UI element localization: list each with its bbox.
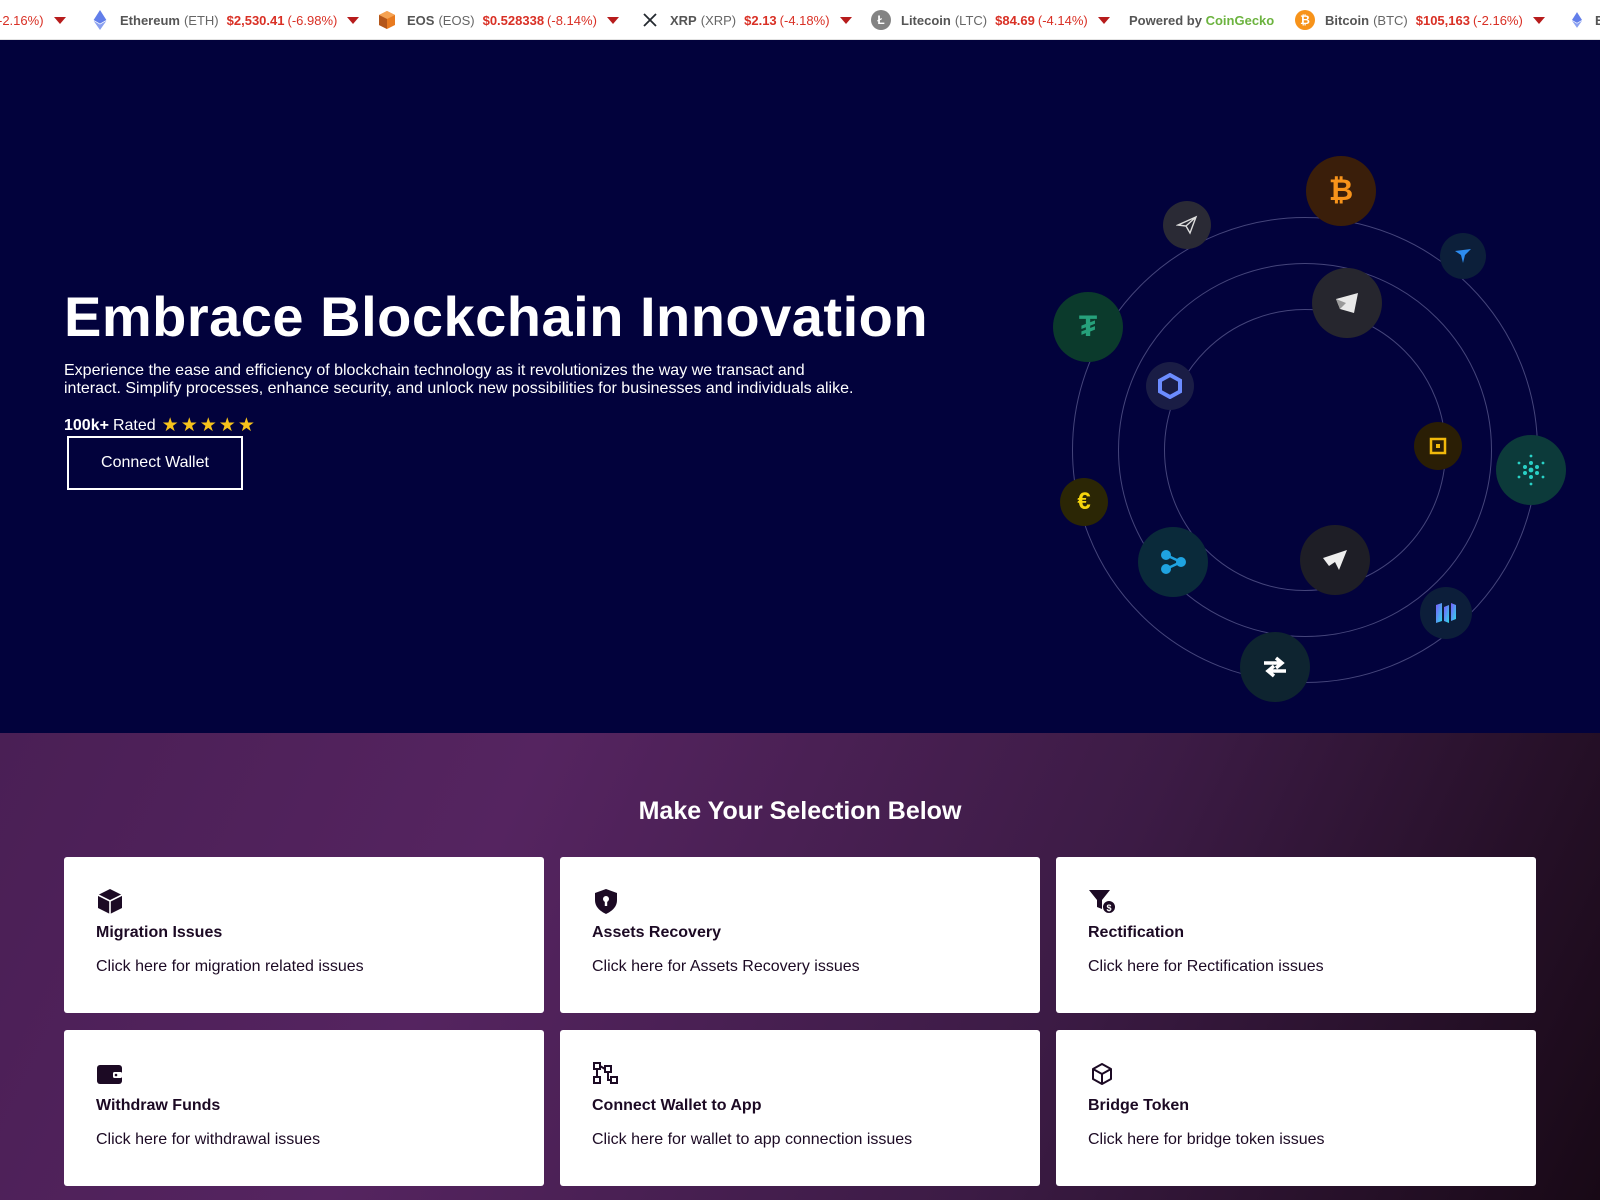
litecoin-icon: Ł: [871, 10, 891, 30]
selection-title: Make Your Selection Below: [638, 797, 962, 825]
card-text: Click here for Rectification issues: [1088, 958, 1324, 975]
card-title: Rectification: [1088, 924, 1185, 941]
crypto-orbit-graphic: ₿ ₮ €: [1030, 105, 1590, 725]
funnel-dollar-icon: $: [1088, 887, 1116, 915]
cardano-icon: [1496, 435, 1566, 505]
ethereum-icon: [90, 10, 110, 30]
card-text: Click here for Assets Recovery issues: [592, 958, 860, 975]
down-caret-icon: [839, 16, 852, 24]
star-icon: ★: [237, 415, 255, 436]
coin-symbol: (XRP): [700, 12, 737, 28]
star-icon: ★: [180, 415, 198, 436]
coin-name: EOS: [407, 12, 435, 28]
star-icon: ★: [218, 415, 236, 436]
hero-section: Embrace Blockchain Innovation Experience…: [0, 40, 1600, 733]
card-assets-recovery[interactable]: Assets Recovery Click here for Assets Re…: [560, 857, 1040, 1013]
ticker-item-partial[interactable]: -2.16%): [0, 0, 66, 39]
chainlink-hex-icon: [1146, 362, 1194, 410]
coin-name: Bitcoin: [1325, 12, 1370, 28]
coin-change: (-2.16%): [1472, 12, 1523, 28]
star-icon: ★: [199, 415, 217, 436]
ticker-item-litecoin[interactable]: Ł Litecoin (LTC) $84.69 (-4.14%): [871, 0, 1110, 39]
card-bridge-token[interactable]: Bridge Token Click here for bridge token…: [1056, 1030, 1536, 1186]
coin-name: XRP: [670, 12, 697, 28]
box-outline-icon: [1088, 1060, 1116, 1088]
card-title: Withdraw Funds: [96, 1097, 221, 1114]
coin-price: $2,530.41: [226, 12, 285, 28]
card-text: Click here for bridge token issues: [1088, 1131, 1325, 1148]
ticker-item-eos[interactable]: EOS (EOS) $0.528338 (-8.14%): [377, 0, 619, 39]
coin-symbol: (LTC): [954, 12, 988, 28]
flag-coin-icon: [1440, 233, 1486, 279]
coin-change: (-4.14%): [1037, 12, 1088, 28]
binance-icon: [1414, 422, 1462, 470]
gradient-w-coin-icon: [1420, 587, 1472, 639]
coin-change: (-8.14%): [547, 12, 597, 28]
down-caret-icon: [1097, 16, 1110, 24]
cube-icon: [96, 887, 124, 915]
card-title: Migration Issues: [96, 924, 223, 941]
svg-text:$: $: [1106, 903, 1111, 913]
card-text: Click here for wallet to app connection …: [592, 1131, 913, 1148]
tether-coin-icon: ₮: [1053, 292, 1123, 362]
card-text: Click here for migration related issues: [96, 958, 364, 975]
card-migration-issues[interactable]: Migration Issues Click here for migratio…: [64, 857, 544, 1013]
coin-symbol: (BTC): [1373, 12, 1408, 28]
coin-symbol: (ETH): [183, 12, 219, 28]
network-nodes-icon: [592, 1060, 620, 1088]
coingecko-brand: CoinGecko: [1205, 12, 1275, 28]
powered-by-coingecko[interactable]: Powered by CoinGecko: [1129, 0, 1275, 39]
coin-price: $2.13: [744, 12, 777, 28]
ticker-item-bitcoin[interactable]: ₿ Bitcoin (BTC) $105,163 (-2.16%): [1295, 0, 1545, 39]
coin-change: (-4.18%): [779, 12, 830, 28]
bitcoin-icon: ₿: [1306, 156, 1376, 226]
selection-section: Make Your Selection Below Migration Issu…: [0, 733, 1600, 1200]
coin-name: Ethereum: [120, 12, 180, 28]
euro-coin-icon: €: [1060, 478, 1108, 526]
shield-keyhole-icon: [592, 887, 620, 915]
rating-stars: ★ ★ ★ ★ ★: [162, 414, 255, 437]
ticker-item-xrp[interactable]: XRP (XRP) $2.13 (-4.18%): [640, 0, 852, 39]
coin-name: Litecoin: [901, 12, 951, 28]
card-withdraw-funds[interactable]: Withdraw Funds Click here for withdrawal…: [64, 1030, 544, 1186]
feather-coin-icon: [1163, 201, 1211, 249]
swap-arrows-icon: [1240, 632, 1310, 702]
coin-change: (-6.98%): [287, 12, 338, 28]
card-rectification[interactable]: $ Rectification Click here for Rectifica…: [1056, 857, 1536, 1013]
hero-title: Embrace Blockchain Innovation: [64, 285, 929, 348]
ticker-item-partial-end[interactable]: E: [1567, 0, 1600, 39]
down-caret-icon: [1532, 16, 1545, 24]
card-text: Click here for withdrawal issues: [96, 1131, 321, 1148]
star-icon: ★: [161, 415, 179, 436]
wallet-icon: [96, 1060, 124, 1088]
ticker-change: -2.16%): [0, 12, 44, 28]
ethereum-icon: [1567, 10, 1587, 30]
hero-description: Experience the ease and efficiency of bl…: [64, 362, 854, 397]
rating: 100k+ Rated ★ ★ ★ ★ ★: [64, 414, 255, 437]
bitcoin-icon: ₿: [1295, 10, 1315, 30]
card-title: Assets Recovery: [592, 924, 721, 941]
coin-price: $84.69: [995, 12, 1035, 28]
coin-price: $105,163: [1415, 12, 1470, 28]
coin-price: $0.528338: [482, 12, 545, 28]
arrow-coin-icon: [1300, 525, 1370, 595]
rating-label: Rated: [112, 416, 156, 434]
connect-wallet-button[interactable]: Connect Wallet: [67, 436, 243, 490]
down-caret-icon: [606, 16, 619, 24]
down-caret-icon: [347, 16, 360, 24]
eos-icon: [377, 10, 397, 30]
powered-prefix: Powered by: [1129, 12, 1202, 28]
card-connect-wallet-to-app[interactable]: Connect Wallet to App Click here for wal…: [560, 1030, 1040, 1186]
rating-count: 100k+: [64, 416, 109, 434]
xrp-icon: [640, 10, 660, 30]
card-title: Connect Wallet to App: [592, 1097, 762, 1114]
kite-coin-icon: [1312, 268, 1382, 338]
card-title: Bridge Token: [1088, 1097, 1190, 1114]
down-caret-icon: [53, 16, 66, 24]
ticker-item-ethereum[interactable]: Ethereum (ETH) $2,530.41 (-6.98%): [90, 0, 360, 39]
ripple-icon: [1138, 527, 1208, 597]
coin-symbol: (EOS): [438, 12, 475, 28]
price-ticker: -2.16%) Ethereum (ETH) $2,530.41 (-6.98%…: [0, 0, 1600, 40]
coin-name-partial: E: [1595, 13, 1600, 28]
